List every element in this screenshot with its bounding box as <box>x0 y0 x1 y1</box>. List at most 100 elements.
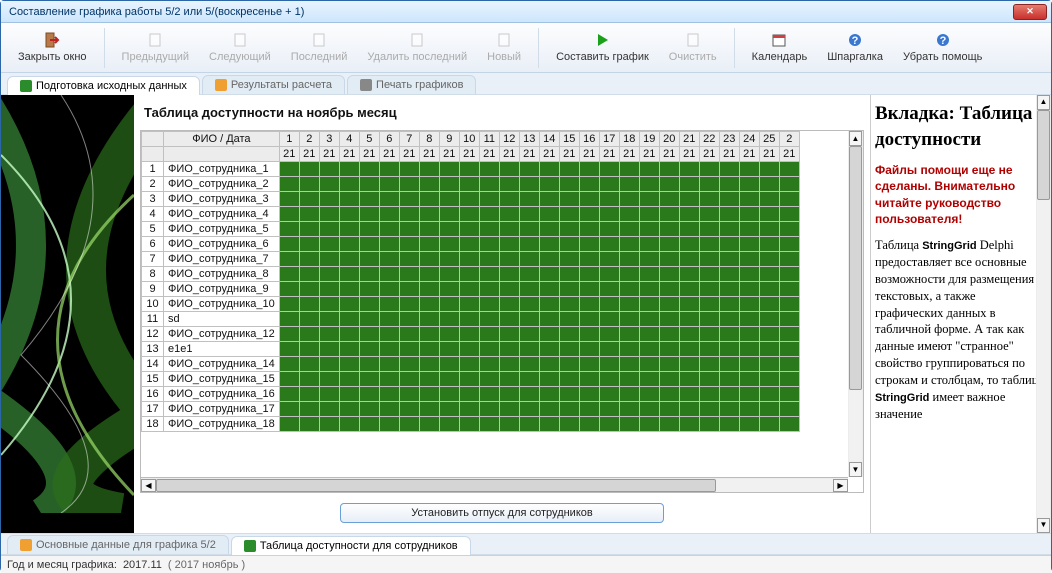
grid-cell[interactable] <box>439 177 459 192</box>
grid-cell[interactable] <box>359 372 379 387</box>
row-name[interactable]: ФИО_сотрудника_4 <box>164 207 280 222</box>
grid-cell[interactable] <box>299 357 319 372</box>
grid-cell[interactable] <box>319 327 339 342</box>
grid-cell[interactable] <box>719 177 739 192</box>
tab-Подготовка[interactable]: Подготовка исходных данных <box>7 76 200 95</box>
grid-cell[interactable] <box>419 237 439 252</box>
toolbar-hint-button[interactable]: ?Шпаргалка <box>820 26 890 70</box>
grid-cell[interactable] <box>399 237 419 252</box>
grid-cell[interactable] <box>639 312 659 327</box>
grid-cell[interactable] <box>439 417 459 432</box>
grid-cell[interactable] <box>739 417 759 432</box>
tab-Результаты[interactable]: Результаты расчета <box>202 75 345 94</box>
grid-cell[interactable] <box>639 282 659 297</box>
grid-cell[interactable] <box>539 402 559 417</box>
grid-cell[interactable] <box>759 267 779 282</box>
grid-cell[interactable] <box>679 177 699 192</box>
toolbar-calendar-button[interactable]: Календарь <box>745 26 815 70</box>
grid-row[interactable]: 16ФИО_сотрудника_16 <box>142 387 800 402</box>
grid-cell[interactable] <box>319 402 339 417</box>
grid-cell[interactable] <box>419 267 439 282</box>
grid-cell[interactable] <box>299 327 319 342</box>
grid-cell[interactable] <box>339 252 359 267</box>
grid-cell[interactable] <box>619 192 639 207</box>
grid-cell[interactable] <box>379 312 399 327</box>
grid-cell[interactable] <box>539 282 559 297</box>
grid-cell[interactable] <box>299 282 319 297</box>
grid-cell[interactable] <box>599 162 619 177</box>
grid-row[interactable]: 17ФИО_сотрудника_17 <box>142 402 800 417</box>
grid-cell[interactable] <box>539 297 559 312</box>
grid-row[interactable]: 13e1e1 <box>142 342 800 357</box>
grid-cell[interactable] <box>479 342 499 357</box>
grid-row[interactable]: 15ФИО_сотрудника_15 <box>142 372 800 387</box>
grid-cell[interactable] <box>639 237 659 252</box>
grid-cell[interactable] <box>779 357 799 372</box>
grid-cell[interactable] <box>679 282 699 297</box>
grid-cell[interactable] <box>659 342 679 357</box>
grid-cell[interactable] <box>359 282 379 297</box>
grid-cell[interactable] <box>279 342 299 357</box>
scroll-down-icon[interactable]: ▼ <box>849 462 862 477</box>
bottom-tab[interactable]: Таблица доступности для сотрудников <box>231 536 471 555</box>
grid-cell[interactable] <box>479 177 499 192</box>
grid-cell[interactable] <box>559 237 579 252</box>
grid-cell[interactable] <box>359 387 379 402</box>
grid-cell[interactable] <box>639 207 659 222</box>
grid-cell[interactable] <box>679 387 699 402</box>
grid-cell[interactable] <box>519 327 539 342</box>
grid-cell[interactable] <box>599 177 619 192</box>
grid-cell[interactable] <box>759 282 779 297</box>
grid-cell[interactable] <box>299 372 319 387</box>
grid-cell[interactable] <box>739 342 759 357</box>
grid-cell[interactable] <box>699 417 719 432</box>
grid-cell[interactable] <box>479 162 499 177</box>
grid-cell[interactable] <box>659 162 679 177</box>
scroll-up-icon[interactable]: ▲ <box>849 131 862 146</box>
grid-cell[interactable] <box>599 237 619 252</box>
grid-cell[interactable] <box>439 252 459 267</box>
grid-cell[interactable] <box>279 222 299 237</box>
grid-cell[interactable] <box>279 192 299 207</box>
row-name[interactable]: sd <box>164 312 280 327</box>
grid-cell[interactable] <box>499 177 519 192</box>
grid-cell[interactable] <box>779 342 799 357</box>
grid-cell[interactable] <box>679 252 699 267</box>
grid-cell[interactable] <box>359 192 379 207</box>
grid-cell[interactable] <box>439 402 459 417</box>
grid-cell[interactable] <box>699 312 719 327</box>
grid-cell[interactable] <box>319 387 339 402</box>
grid-cell[interactable] <box>279 357 299 372</box>
grid-cell[interactable] <box>559 177 579 192</box>
grid-cell[interactable] <box>719 312 739 327</box>
grid-cell[interactable] <box>499 162 519 177</box>
grid-cell[interactable] <box>759 387 779 402</box>
grid-cell[interactable] <box>299 297 319 312</box>
grid-cell[interactable] <box>359 162 379 177</box>
grid-cell[interactable] <box>779 252 799 267</box>
grid-cell[interactable] <box>319 237 339 252</box>
grid-cell[interactable] <box>459 417 479 432</box>
grid-cell[interactable] <box>639 387 659 402</box>
grid-cell[interactable] <box>759 372 779 387</box>
grid-row[interactable]: 2ФИО_сотрудника_2 <box>142 177 800 192</box>
grid-cell[interactable] <box>639 417 659 432</box>
grid-cell[interactable] <box>359 207 379 222</box>
grid-cell[interactable] <box>679 312 699 327</box>
grid-cell[interactable] <box>759 402 779 417</box>
grid-cell[interactable] <box>599 267 619 282</box>
grid-cell[interactable] <box>639 402 659 417</box>
grid-cell[interactable] <box>379 387 399 402</box>
row-name[interactable]: ФИО_сотрудника_9 <box>164 282 280 297</box>
row-name[interactable]: ФИО_сотрудника_1 <box>164 162 280 177</box>
grid-cell[interactable] <box>559 387 579 402</box>
grid-cell[interactable] <box>779 222 799 237</box>
grid-cell[interactable] <box>639 267 659 282</box>
grid-cell[interactable] <box>659 267 679 282</box>
grid-cell[interactable] <box>419 417 439 432</box>
grid-cell[interactable] <box>339 177 359 192</box>
grid-cell[interactable] <box>779 177 799 192</box>
grid-cell[interactable] <box>759 297 779 312</box>
grid-row[interactable]: 9ФИО_сотрудника_9 <box>142 282 800 297</box>
grid-cell[interactable] <box>419 162 439 177</box>
